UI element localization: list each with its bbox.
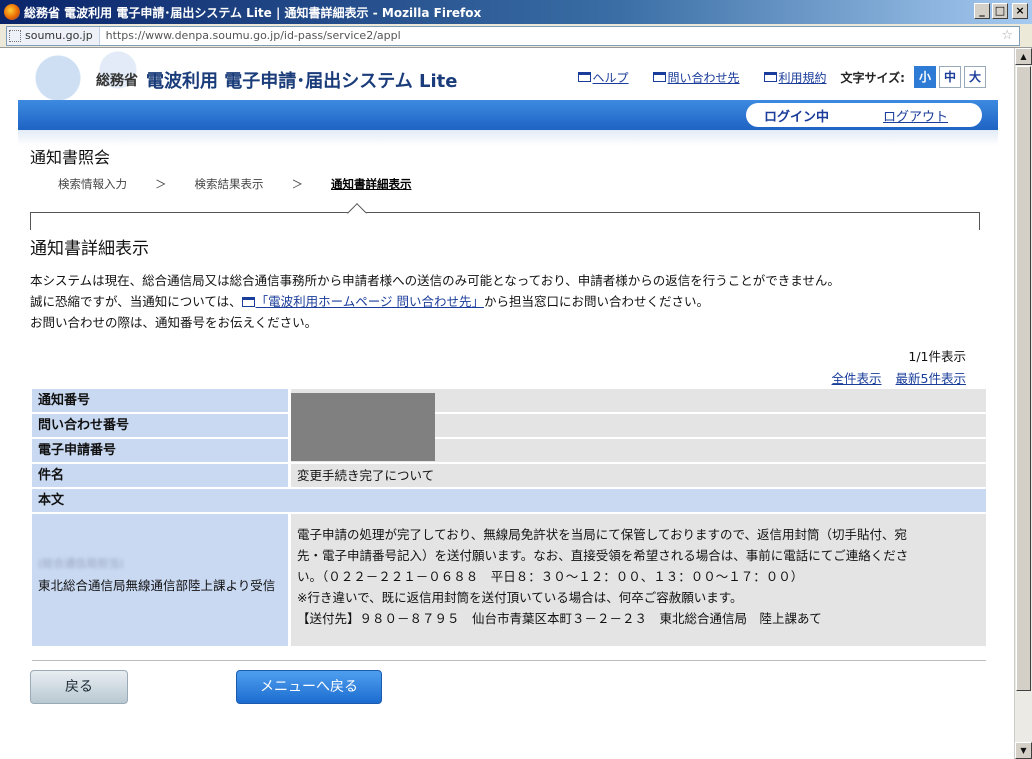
show-latest-5-link[interactable]: 最新5件表示	[896, 368, 966, 387]
view-links: 全件表示 最新5件表示	[832, 368, 966, 387]
terms-link[interactable]: 利用規約	[763, 69, 827, 86]
firefox-icon	[4, 4, 20, 20]
scroll-up-arrow-icon[interactable]: ▲	[1015, 48, 1032, 65]
show-all-link[interactable]: 全件表示	[832, 368, 882, 387]
label-subject: 件名	[32, 464, 288, 487]
logout-link[interactable]: ログアウト	[883, 106, 948, 125]
close-button[interactable]: ×	[1012, 3, 1028, 19]
result-count: 1/1件表示	[908, 349, 966, 364]
message-line: ※行き違いで、既に返信用封筒を送付頂いている場合は、何卒ご容赦願います。	[297, 590, 743, 605]
message-line: 【送付先】９８０－８７９５ 仙台市青葉区本町３－２－２３ 東北総合通信局 陸上課…	[297, 611, 822, 626]
breadcrumb-separator: ＞	[291, 177, 304, 191]
header-band: ログイン中 ログアウト	[18, 100, 998, 130]
notice-text: 本システムは現在、総合通信局又は総合通信事務所から申請者様への送信のみ可能となっ…	[30, 270, 840, 333]
window-controls: _ □ ×	[974, 3, 1028, 19]
value-subject: 変更手続き完了について	[291, 464, 986, 487]
url-text: https://www.denpa.soumu.go.jp/id-pass/se…	[105, 29, 401, 42]
ministry-logo: 総務省	[96, 73, 138, 89]
url-input[interactable]: soumu.go.jp https://www.denpa.soumu.go.j…	[6, 25, 1020, 46]
message-line: い。（０２２－２２１－０６８８ 平日８：３０～１２：００、１３：００～１７：００…	[297, 569, 804, 584]
font-size-label: 文字サイズ:	[840, 70, 905, 85]
address-bar: soumu.go.jp https://www.denpa.soumu.go.j…	[0, 24, 1032, 48]
minimize-button[interactable]: _	[974, 3, 990, 19]
site-domain: soumu.go.jp	[25, 29, 93, 42]
new-window-icon	[577, 72, 591, 82]
message-body: 電子申請の処理が完了しており、無線局免許状を当局にて保管しておりますので、返信用…	[291, 514, 986, 646]
breadcrumb-step-detail: 通知書詳細表示	[331, 177, 412, 191]
detail-table: 通知番号 問い合わせ番号 電子申請番号 件名 変更手続き完了について 本文 (総…	[32, 389, 986, 648]
new-window-icon	[652, 72, 666, 82]
breadcrumb-separator: ＞	[155, 177, 167, 191]
site-identity-button[interactable]: soumu.go.jp	[7, 26, 100, 45]
row-body: (総合通信局担当) 東北総合通信局無線通信部陸上課より受信 電子申請の処理が完了…	[32, 514, 986, 646]
page-heading: 通知書詳細表示	[30, 239, 149, 259]
row-application-no: 電子申請番号	[32, 439, 986, 462]
bookmark-star-icon[interactable]: ☆	[1001, 28, 1013, 43]
band-shadow	[18, 130, 998, 146]
vertical-scrollbar[interactable]: ▲ ▼	[1014, 48, 1032, 759]
message-line: 先・電子申請番号記入）を送付願います。なお、直接受領を希望される場合は、事前に電…	[297, 548, 909, 563]
site-header: 総務省 電波利用 電子申請･届出システム Lite ヘルプ 問い合わせ先 利用規…	[18, 48, 998, 100]
page-content: 総務省 電波利用 電子申請･届出システム Lite ヘルプ 問い合わせ先 利用規…	[18, 48, 998, 704]
contact-homepage-link[interactable]: 「電波利用ホームページ 問い合わせ先」	[256, 294, 484, 309]
label-application-no: 電子申請番号	[32, 439, 288, 462]
divider	[32, 660, 986, 661]
font-size-medium-button[interactable]: 中	[939, 66, 961, 88]
label-body: 本文	[32, 489, 986, 512]
font-size-large-button[interactable]: 大	[964, 66, 986, 88]
label-inquiry-no: 問い合わせ番号	[32, 414, 288, 437]
breadcrumb-step-search-input: 検索情報入力	[58, 177, 127, 191]
back-to-menu-button[interactable]: メニューへ戻る	[236, 670, 382, 704]
tab-frame	[30, 212, 980, 230]
scroll-thumb[interactable]	[1016, 66, 1031, 691]
new-window-icon	[241, 297, 255, 307]
message-line: 電子申請の処理が完了しており、無線局免許状を当局にて保管しておりますので、返信用…	[297, 527, 908, 542]
window-titlebar: 総務省 電波利用 電子申請･届出システム Lite | 通知書詳細表示 - Mo…	[0, 0, 1032, 24]
notice-line-3: お問い合わせの際は、通知番号をお伝えください。	[30, 315, 318, 330]
sender-blurred: (総合通信局担当)	[38, 557, 124, 570]
window-title: 総務省 電波利用 電子申請･届出システム Lite | 通知書詳細表示 - Mo…	[24, 5, 482, 20]
login-state: ログイン中	[764, 109, 830, 125]
row-notice-no: 通知番号	[32, 389, 986, 412]
redacted-block	[291, 393, 435, 461]
header-links: ヘルプ 問い合わせ先 利用規約 文字サイズ: 小 中 大	[554, 66, 986, 88]
scroll-down-arrow-icon[interactable]: ▼	[1015, 742, 1032, 759]
notice-line-1: 本システムは現在、総合通信局又は総合通信事務所から申請者様への送信のみ可能となっ…	[30, 273, 840, 288]
contact-link[interactable]: 問い合わせ先	[652, 69, 740, 86]
maximize-button[interactable]: □	[992, 3, 1008, 19]
help-link[interactable]: ヘルプ	[577, 69, 629, 86]
font-size-small-button[interactable]: 小	[914, 66, 936, 88]
site-icon	[9, 29, 21, 42]
new-window-icon	[763, 72, 777, 82]
section-title: 通知書照会	[30, 148, 111, 167]
row-inquiry-no: 問い合わせ番号	[32, 414, 986, 437]
page-viewport: 総務省 電波利用 電子申請･届出システム Lite ヘルプ 問い合わせ先 利用規…	[0, 48, 1014, 759]
login-status-pill: ログイン中 ログアウト	[746, 103, 982, 127]
breadcrumb: 検索情報入力 ＞ 検索結果表示 ＞ 通知書詳細表示	[58, 176, 412, 192]
label-notice-no: 通知番号	[32, 389, 288, 412]
back-button[interactable]: 戻る	[30, 670, 128, 704]
row-body-header: 本文	[32, 489, 986, 512]
breadcrumb-step-search-results: 検索結果表示	[194, 177, 264, 191]
sender-text: 東北総合通信局無線通信部陸上課より受信	[38, 578, 276, 593]
system-name: 電波利用 電子申請･届出システム Lite	[146, 71, 458, 92]
notice-line-2: 誠に恐縮ですが、当通知については、 「電波利用ホームページ 問い合わせ先」から担当…	[30, 294, 710, 309]
sender-info: (総合通信局担当) 東北総合通信局無線通信部陸上課より受信	[32, 514, 288, 646]
row-subject: 件名 変更手続き完了について	[32, 464, 986, 487]
